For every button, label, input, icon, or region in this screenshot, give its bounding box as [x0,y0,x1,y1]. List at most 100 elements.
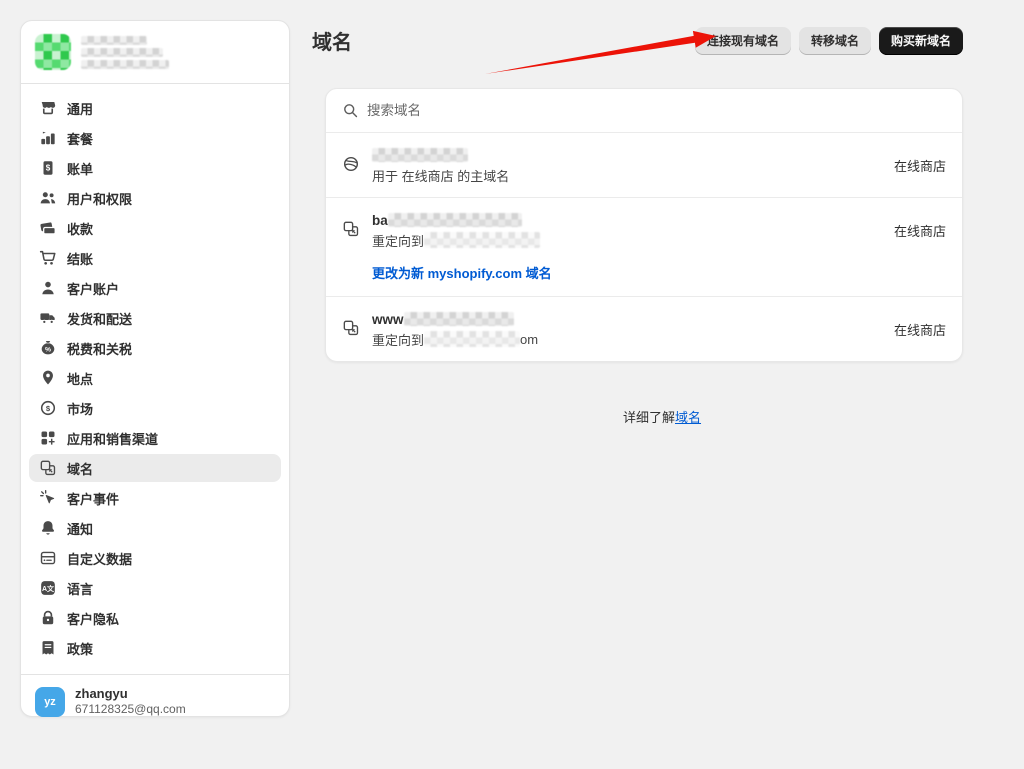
sidebar-item-label: 税费和关税 [67,339,132,358]
svg-text:A文: A文 [42,584,55,593]
domain-row[interactable]: ba 重定向到更改为新 myshopify.com 域名 在线商店 [326,197,962,296]
sidebar-item-label: 客户隐私 [67,609,119,628]
change-myshopify-domain-link[interactable]: 更改为新 myshopify.com 域名 [372,263,552,282]
domain-list: 用于 在线商店 的主域名在线商店ba重定向到更改为新 myshopify.com… [326,133,962,361]
sidebar-item-label: 市场 [67,399,93,418]
sidebar-item-customer-accounts[interactable]: 客户账户 [29,274,281,302]
learn-more-text: 详细了解域名 [300,407,1024,426]
domain-name [372,146,882,164]
settings-sidebar: 通用套餐 $ 账单用户和权限收款结账客户账户发货和配送% 税费和关税地点 $ 市场应用和销… [20,20,290,717]
globe-icon [342,155,360,173]
sidebar-item-label: 套餐 [67,129,93,148]
sidebar-item-plan[interactable]: 套餐 [29,124,281,152]
checkout-cart-icon [39,249,57,267]
translate-icon: A文 [39,579,57,597]
custom-data-icon [39,549,57,567]
sidebar-item-label: 地点 [67,369,93,388]
domain-redirect-icon [342,319,360,337]
avatar: yz [35,687,65,717]
sidebar-item-label: 应用和销售渠道 [67,429,158,448]
user-name: zhangyu [75,686,186,702]
location-pin-icon [39,369,57,387]
sidebar-item-markets[interactable]: $ 市场 [29,394,281,422]
sidebar-item-general[interactable]: 通用 [29,94,281,122]
storefront-icon [39,99,57,117]
sidebar-item-languages[interactable]: A文语言 [29,574,281,602]
domain-row[interactable]: 用于 在线商店 的主域名在线商店 [326,133,962,197]
domain-subtitle: 用于 在线商店 的主域名 [372,166,882,184]
domain-subtitle: 重定向到 om [372,330,882,348]
policy-icon [39,639,57,657]
sidebar-item-label: 用户和权限 [67,189,132,208]
main-content: 域名 连接现有域名转移域名购买新域名 用于 在线商店 的主域名在线商店ba重定向… [300,0,1024,769]
sidebar-item-label: 收款 [67,219,93,238]
sidebar-item-taxes[interactable]: % 税费和关税 [29,334,281,362]
domain-target-label: 在线商店 [894,221,946,240]
connect-existing-domain-button[interactable]: 连接现有域名 [695,27,791,55]
redacted-redirect-target [424,232,540,248]
sidebar-item-policies[interactable]: 政策 [29,634,281,662]
page-title: 域名 [312,26,352,55]
domain-subtitle: 重定向到 [372,231,882,249]
learn-more-domains-link[interactable]: 域名 [675,410,701,425]
domain-target-label: 在线商店 [894,320,946,339]
sidebar-item-custom-data[interactable]: 自定义数据 [29,544,281,572]
sidebar-item-notifications[interactable]: 通知 [29,514,281,542]
sidebar-item-billing[interactable]: $ 账单 [29,154,281,182]
svg-text:$: $ [46,404,51,413]
sidebar-item-label: 客户事件 [67,489,119,508]
store-logo [35,34,71,70]
domain-row[interactable]: www 重定向到 om 在线商店 [326,296,962,361]
user-profile: yz zhangyu 671128325@qq.com [21,674,289,728]
transfer-domain-button[interactable]: 转移域名 [799,27,871,55]
sidebar-item-apps-channels[interactable]: 应用和销售渠道 [29,424,281,452]
sidebar-item-label: 客户账户 [67,279,119,298]
store-name-redacted [81,36,169,69]
domain-info: ba 重定向到更改为新 myshopify.com 域名 [372,211,882,283]
sidebar-item-label: 域名 [67,459,93,478]
lock-icon [39,609,57,627]
sidebar-item-label: 政策 [67,639,93,658]
svg-text:%: % [45,346,51,353]
sidebar-item-customer-events[interactable]: 客户事件 [29,484,281,512]
sidebar-item-label: 通用 [67,99,93,118]
sidebar-item-label: 账单 [67,159,93,178]
sidebar-item-label: 结账 [67,249,93,268]
sidebar-item-shipping[interactable]: 发货和配送 [29,304,281,332]
money-bag-icon: % [39,339,57,357]
header-actions: 连接现有域名转移域名购买新域名 [695,27,963,55]
apps-grid-icon [39,429,57,447]
user-email: 671128325@qq.com [75,702,186,717]
markets-globe-icon: $ [39,399,57,417]
domain-name: ba [372,211,882,229]
redacted-domain-name [372,148,468,162]
users-icon [39,189,57,207]
sidebar-item-locations[interactable]: 地点 [29,364,281,392]
sidebar-item-label: 通知 [67,519,93,538]
sidebar-item-domains[interactable]: 域名 [29,454,281,482]
redacted-redirect-target [424,331,520,347]
person-icon [39,279,57,297]
redacted-domain-name [388,213,522,227]
settings-nav: 通用套餐 $ 账单用户和权限收款结账客户账户发货和配送% 税费和关税地点 $ 市场应用和销… [21,84,289,674]
domain-info: www 重定向到 om [372,310,882,348]
domain-name: www [372,310,882,328]
buy-new-domain-button[interactable]: 购买新域名 [879,27,963,55]
domains-card: 用于 在线商店 的主域名在线商店ba重定向到更改为新 myshopify.com… [325,88,963,362]
cursor-click-icon [39,489,57,507]
domain-target-label: 在线商店 [894,156,946,175]
search-row [326,89,962,133]
billing-icon: $ [39,159,57,177]
sidebar-item-payments[interactable]: 收款 [29,214,281,242]
redacted-domain-name [404,312,514,326]
search-domains-input[interactable] [367,103,946,118]
domains-icon [39,459,57,477]
plan-icon [39,129,57,147]
sidebar-item-customer-privacy[interactable]: 客户隐私 [29,604,281,632]
svg-text:$: $ [46,164,51,173]
sidebar-item-checkout[interactable]: 结账 [29,244,281,272]
store-header [21,21,289,84]
payments-icon [39,219,57,237]
sidebar-item-users-permissions[interactable]: 用户和权限 [29,184,281,212]
sidebar-item-label: 自定义数据 [67,549,132,568]
